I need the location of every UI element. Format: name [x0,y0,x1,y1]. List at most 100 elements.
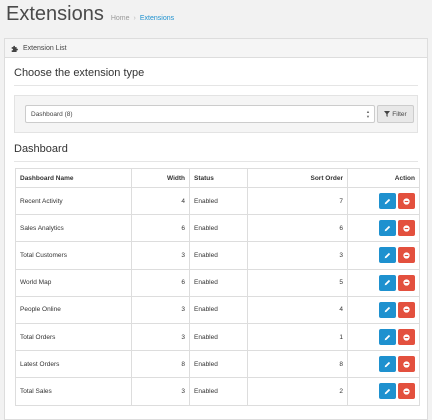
filter-button[interactable]: Filter [377,105,414,123]
pencil-icon [384,198,391,204]
select-arrows-icon: ▲ ▼ [366,109,370,119]
breadcrumb-separator: › [133,15,136,22]
minus-circle-icon [403,225,410,232]
cell-width: 3 [131,241,190,270]
edit-button[interactable] [379,383,396,400]
pencil-icon [384,388,391,395]
breadcrumb-home[interactable]: Home [111,15,130,22]
column-header-status[interactable]: Status [189,168,248,188]
cell-action [347,214,420,243]
cell-width: 3 [131,322,190,352]
uninstall-button[interactable] [398,329,415,346]
table-row: World Map 6 Enabled 5 [15,268,420,297]
cell-status: Enabled [189,241,248,270]
table-row: Recent Activity 4 Enabled 7 [15,186,420,216]
edit-button[interactable] [379,220,396,237]
cell-name: People Online [15,295,132,324]
table-row: Sales Analytics 6 Enabled 6 [15,214,420,243]
cell-name: Latest Orders [15,350,132,379]
dashboard-section-title: Dashboard [14,143,68,155]
edit-button[interactable] [379,274,396,291]
cell-action [347,186,420,216]
cell-width: 3 [131,295,190,324]
page-title: Extensions [6,3,104,25]
cell-width: 6 [131,268,190,297]
cell-sort-order: 4 [247,295,348,324]
table-row: Total Customers 3 Enabled 3 [15,241,420,270]
cell-sort-order: 8 [247,350,348,379]
table-header-row: Dashboard Name Width Status Sort Order A… [15,168,420,188]
page-header: Extensions Home › Extensions [6,0,174,30]
cell-status: Enabled [189,214,248,243]
pencil-icon [384,334,391,340]
breadcrumb: Home › Extensions [111,15,174,22]
extension-type-select[interactable]: Dashboard (8) ▲ ▼ [25,105,375,123]
minus-circle-icon [403,197,410,205]
uninstall-button[interactable] [398,356,415,373]
filter-button-label: Filter [392,110,407,118]
cell-sort-order: 5 [247,268,348,297]
cell-sort-order: 6 [247,214,348,243]
extension-type-select-value: Dashboard (8) [31,110,73,118]
cell-action [347,241,420,270]
divider [14,161,418,162]
panel-heading: Extension List [5,39,427,58]
cell-name: Total Orders [15,322,132,352]
pencil-icon [384,361,391,368]
extensions-table: Dashboard Name Width Status Sort Order A… [15,168,420,406]
edit-button[interactable] [379,301,396,318]
cell-name: Total Sales [15,377,132,406]
cell-name: Total Customers [15,241,132,270]
minus-circle-icon [403,361,410,368]
uninstall-button[interactable] [398,383,415,400]
cell-width: 4 [131,186,190,216]
cell-status: Enabled [189,268,248,297]
cell-width: 3 [131,377,190,406]
table-row: Total Orders 3 Enabled 1 [15,322,420,352]
cell-sort-order: 7 [247,186,348,216]
filter-icon [384,111,391,117]
table-row: People Online 3 Enabled 4 [15,295,420,324]
panel-heading-label: Extension List [23,44,67,52]
edit-button[interactable] [379,247,396,264]
puzzle-icon [11,45,18,52]
cell-sort-order: 2 [247,377,348,406]
cell-sort-order: 1 [247,322,348,352]
cell-width: 8 [131,350,190,379]
cell-name: Sales Analytics [15,214,132,243]
column-header-width[interactable]: Width [131,168,190,188]
cell-status: Enabled [189,295,248,324]
pencil-icon [384,279,391,286]
cell-status: Enabled [189,377,248,406]
column-header-sort-order[interactable]: Sort Order [247,168,348,188]
pencil-icon [384,225,391,232]
minus-circle-icon [403,252,410,259]
pencil-icon [384,307,391,313]
cell-width: 6 [131,214,190,243]
uninstall-button[interactable] [398,193,415,210]
cell-status: Enabled [189,186,248,216]
cell-action [347,322,420,352]
edit-button[interactable] [379,329,396,346]
uninstall-button[interactable] [398,301,415,318]
cell-status: Enabled [189,322,248,352]
cell-sort-order: 3 [247,241,348,270]
cell-status: Enabled [189,350,248,379]
choose-type-title: Choose the extension type [14,67,145,79]
cell-action [347,377,420,406]
filter-well: Dashboard (8) ▲ ▼ Filter [14,95,418,133]
minus-circle-icon [403,388,410,395]
pencil-icon [384,252,391,259]
edit-button[interactable] [379,356,396,373]
column-header-action: Action [347,168,420,188]
cell-name: Recent Activity [15,186,132,216]
uninstall-button[interactable] [398,247,415,264]
uninstall-button[interactable] [398,220,415,237]
table-row: Total Sales 3 Enabled 2 [15,377,420,406]
edit-button[interactable] [379,193,396,210]
minus-circle-icon [403,333,410,341]
uninstall-button[interactable] [398,274,415,291]
column-header-name[interactable]: Dashboard Name [15,168,132,188]
breadcrumb-extensions[interactable]: Extensions [140,15,174,22]
table-row: Latest Orders 8 Enabled 8 [15,350,420,379]
